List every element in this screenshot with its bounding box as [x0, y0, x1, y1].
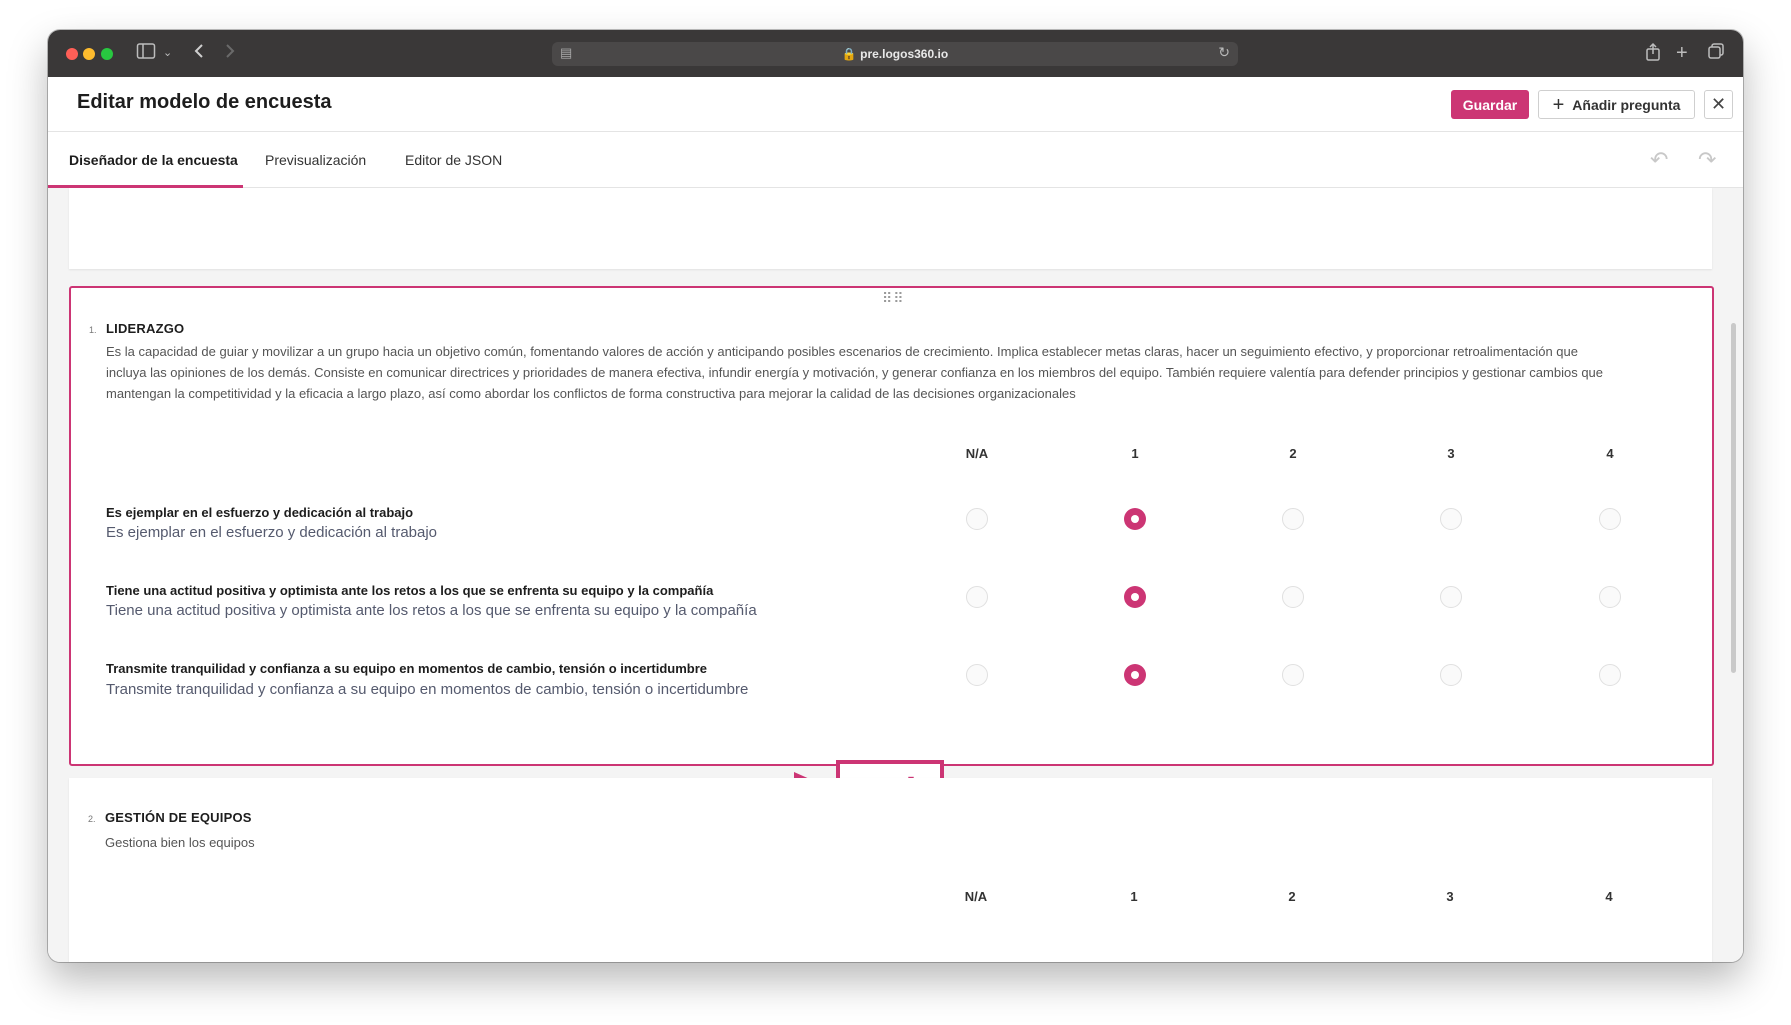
survey-header-card	[69, 188, 1712, 269]
tab-preview[interactable]: Previsualización	[265, 152, 366, 168]
description-line: mantengan la competitividad y la eficaci…	[106, 386, 1076, 401]
question-title: LIDERAZGO	[106, 321, 185, 336]
question-card-selected[interactable]: ⠿⠿ 1. LIDERAZGO Es la capacidad de guiar…	[69, 286, 1714, 766]
question-description: Gestiona bien los equipos	[105, 835, 255, 850]
column-header-1: 1	[1131, 446, 1139, 461]
radio-row3-na[interactable]	[966, 664, 988, 686]
new-tab-icon[interactable]: +	[1676, 42, 1688, 64]
question-number: 2.	[88, 814, 96, 824]
page-title: Editar modelo de encuesta	[77, 91, 332, 113]
matrix-row-title: Es ejemplar en el esfuerzo y dedicación …	[106, 505, 414, 520]
question-number: 1.	[89, 325, 97, 335]
column-header-3: 3	[1447, 446, 1455, 461]
minimize-window-button[interactable]	[83, 48, 95, 60]
column-header-4: 4	[1605, 889, 1613, 904]
column-header-2: 2	[1289, 446, 1297, 461]
tab-designer[interactable]: Diseñador de la encuesta	[69, 152, 238, 168]
radio-row1-2[interactable]	[1282, 508, 1304, 530]
plus-icon: +	[1552, 93, 1565, 116]
browser-toolbar: ⌄ ▤ 🔒 pre.logos360.io ↻ +	[48, 30, 1743, 77]
radio-row1-3[interactable]	[1440, 508, 1462, 530]
column-header-1: 1	[1130, 889, 1138, 904]
share-icon[interactable]	[1645, 42, 1661, 67]
close-window-button[interactable]	[66, 48, 78, 60]
column-header-2: 2	[1288, 889, 1296, 904]
description-line: incluya las opiniones de los demás. Cons…	[106, 365, 1604, 380]
matrix-row-subtitle: Tiene una actitud positiva y optimista a…	[106, 602, 757, 619]
matrix-row-subtitle: Es ejemplar en el esfuerzo y dedicación …	[106, 524, 438, 541]
close-icon: ✕	[1710, 94, 1727, 114]
tab-json-editor[interactable]: Editor de JSON	[405, 152, 502, 168]
question-description: Es la capacidad de guiar y movilizar a u…	[106, 341, 1701, 404]
radio-row2-3[interactable]	[1440, 586, 1462, 608]
tab-bar: Diseñador de la encuesta Previsualizació…	[48, 132, 1743, 188]
url-text: 🔒 pre.logos360.io	[841, 47, 949, 61]
matrix-row-title: Tiene una actitud positiva y optimista a…	[106, 583, 714, 598]
question-card[interactable]: 2. GESTIÓN DE EQUIPOS Gestiona bien los …	[69, 778, 1712, 962]
close-button[interactable]: ✕	[1704, 90, 1733, 119]
radio-row1-1[interactable]	[1124, 508, 1146, 530]
radio-row3-1[interactable]	[1124, 664, 1146, 686]
radio-row3-4[interactable]	[1599, 664, 1621, 686]
radio-row2-4[interactable]	[1599, 586, 1621, 608]
scrollbar[interactable]	[1731, 323, 1736, 673]
radio-row3-3[interactable]	[1440, 664, 1462, 686]
radio-row2-na[interactable]	[966, 586, 988, 608]
add-question-label: Añadir pregunta	[1572, 96, 1681, 113]
redo-icon[interactable]: ↷	[1698, 147, 1716, 173]
question-title: GESTIÓN DE EQUIPOS	[105, 810, 252, 825]
column-header-3: 3	[1446, 889, 1454, 904]
radio-row1-na[interactable]	[966, 508, 988, 530]
back-icon[interactable]	[192, 42, 206, 65]
matrix-row-title: Transmite tranquilidad y confianza a su …	[106, 661, 707, 676]
forward-icon[interactable]	[223, 42, 237, 65]
survey-editor: Editar modelo de encuesta Guardar + Añad…	[48, 77, 1743, 962]
radio-row3-2[interactable]	[1282, 664, 1304, 686]
radio-row2-1[interactable]	[1124, 586, 1146, 608]
description-line: Es la capacidad de guiar y movilizar a u…	[106, 344, 1578, 359]
matrix-row-subtitle: Transmite tranquilidad y confianza a su …	[106, 681, 749, 698]
maximize-window-button[interactable]	[101, 48, 113, 60]
browser-window: ⌄ ▤ 🔒 pre.logos360.io ↻ + Editar modelo …	[48, 30, 1743, 962]
editor-header: Editar modelo de encuesta Guardar + Añad…	[48, 77, 1743, 132]
radio-row2-2[interactable]	[1282, 586, 1304, 608]
radio-row1-4[interactable]	[1599, 508, 1621, 530]
column-header-na: N/A	[964, 889, 988, 904]
column-header-4: 4	[1606, 446, 1614, 461]
sidebar-toggle-icon[interactable]	[136, 42, 156, 65]
add-question-button[interactable]: + Añadir pregunta	[1538, 90, 1695, 119]
column-header-na: N/A	[965, 446, 989, 461]
reload-icon[interactable]: ↻	[1218, 44, 1230, 61]
undo-icon[interactable]: ↶	[1650, 147, 1668, 173]
tab-overview-icon[interactable]	[1707, 42, 1725, 65]
design-canvas: ⠿⠿ 1. LIDERAZGO Es la capacidad de guiar…	[48, 188, 1743, 962]
drag-handle-icon[interactable]: ⠿⠿	[882, 290, 905, 307]
url-value: pre.logos360.io	[860, 47, 949, 61]
chevron-down-icon[interactable]: ⌄	[163, 42, 172, 64]
address-bar[interactable]: ▤ 🔒 pre.logos360.io ↻	[552, 42, 1238, 66]
save-button[interactable]: Guardar	[1451, 90, 1529, 119]
